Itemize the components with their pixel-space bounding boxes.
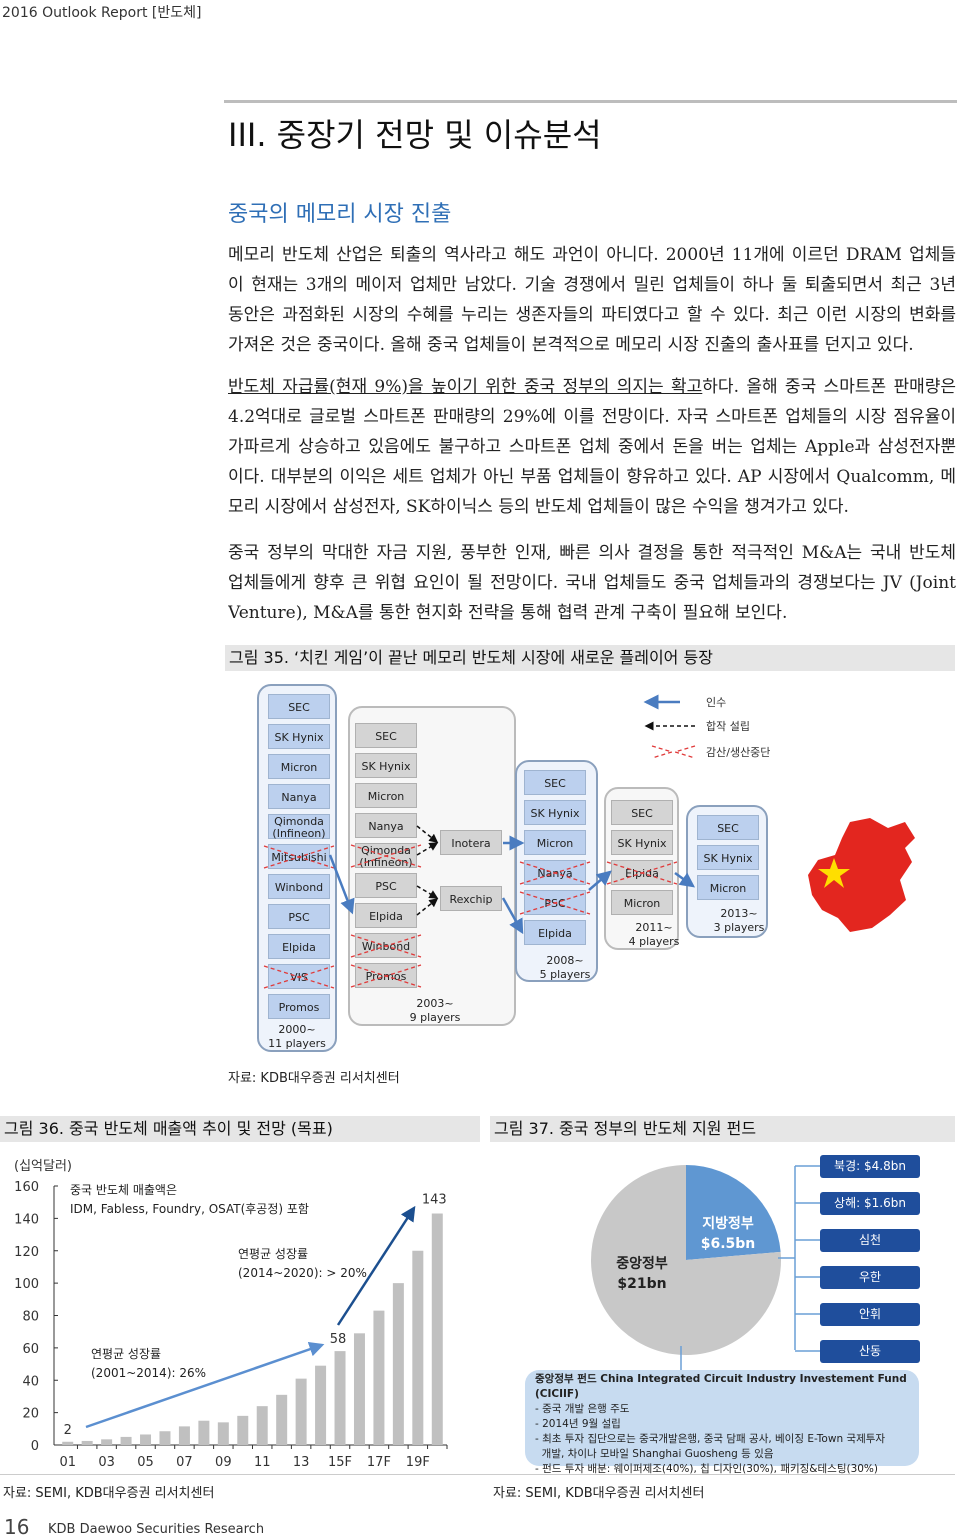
cut-legend-icon <box>651 745 696 759</box>
x-tick-label: 13 <box>293 1455 310 1470</box>
jv-arrow <box>416 898 439 916</box>
figure37-pie-chart: 지방정부 $6.5bn 중앙정부 $21bn <box>591 1165 820 1370</box>
info-bullet: - 2014년 9월 설립 <box>535 1418 621 1430</box>
bar <box>198 1420 210 1445</box>
y-tick-label: 160 <box>14 1180 39 1195</box>
figure36-source: 자료: SEMI, KDB대우증권 리서치센터 <box>3 1486 215 1501</box>
slice-value: $21bn <box>617 1276 666 1292</box>
bar <box>315 1365 327 1445</box>
y-unit-label: (십억달러) <box>14 1159 72 1174</box>
cross-mark <box>519 891 591 915</box>
bar <box>120 1436 132 1445</box>
y-tick-label: 40 <box>22 1374 39 1389</box>
y-tick-label: 80 <box>22 1310 39 1325</box>
bar <box>101 1439 113 1445</box>
y-tick-label: 120 <box>14 1245 39 1260</box>
info-title: 중앙정부 펀드 China Integrated Circuit Industr… <box>535 1373 907 1400</box>
figure36-bar-chart: (십억달러) 0 20 40 60 80 100 120 140 160 01 03 05 07 09 11 1… <box>14 1159 448 1470</box>
figure35-overlay: 인수합작 설립감산/생산중단 <box>263 694 915 989</box>
jv-arrow <box>416 885 439 899</box>
local-fund-box: 산동 <box>820 1340 920 1363</box>
local-fund-box: 북경: $4.8bn <box>820 1155 920 1178</box>
jv-arrow <box>416 825 439 843</box>
china-map-icon <box>808 818 915 932</box>
bar <box>353 1333 365 1445</box>
figure37-caption: 그림 37. 중국 정부의 반도체 지원 펀드 <box>490 1116 955 1142</box>
bar <box>237 1415 249 1445</box>
figure37-source: 자료: SEMI, KDB대우증권 리서치센터 <box>493 1486 705 1501</box>
cagr-label: (2001~2014): 26% <box>91 1366 206 1380</box>
data-label: 2 <box>64 1423 72 1438</box>
bar <box>217 1422 229 1445</box>
central-fund-info: 중앙정부 펀드 China Integrated Circuit Industr… <box>525 1370 919 1475</box>
cross-mark <box>519 861 591 885</box>
bar <box>431 1213 443 1445</box>
cagr-label: 연평균 성장률 <box>91 1347 161 1361</box>
bar <box>62 1441 74 1445</box>
cross-mark <box>263 965 335 989</box>
figure35-source: 자료: KDB대우증권 리서치센터 <box>228 1071 400 1086</box>
slice-value: $6.5bn <box>701 1236 756 1252</box>
x-tick-label: 01 <box>59 1455 76 1470</box>
local-fund-box: 안휘 <box>820 1303 920 1326</box>
cross-mark <box>350 964 422 988</box>
x-tick-label: 11 <box>254 1455 271 1470</box>
acquisition-arrow <box>328 854 355 915</box>
data-label: 58 <box>330 1332 347 1347</box>
bar <box>276 1394 288 1445</box>
slice-label: 중앙정부 <box>616 1255 668 1272</box>
cagr-label: 연평균 성장률 <box>238 1247 308 1261</box>
local-fund-box: 우한 <box>820 1266 920 1289</box>
x-tick-label: 03 <box>98 1455 115 1470</box>
bar <box>178 1426 190 1445</box>
y-tick-label: 60 <box>22 1342 39 1357</box>
note-text: 중국 반도체 매출액은 <box>70 1183 177 1197</box>
bar <box>412 1250 424 1445</box>
info-bullet: - 중국 개발 은행 주도 <box>535 1403 630 1415</box>
legend-acquisition: 인수 <box>706 696 726 709</box>
bar <box>256 1406 268 1445</box>
slice-label: 지방정부 <box>702 1215 754 1232</box>
x-tick-label: 09 <box>215 1455 232 1470</box>
figure36-caption: 그림 36. 중국 반도체 매출액 추이 및 전망 (목표) <box>0 1116 480 1142</box>
divider <box>0 1474 955 1475</box>
local-fund-box: 심천 <box>820 1229 920 1252</box>
acquisition-arrow <box>501 897 524 935</box>
x-tick-label: 15F <box>328 1455 352 1470</box>
cross-mark <box>350 844 422 868</box>
cross-mark <box>350 934 422 958</box>
info-bullet: 개발, 차이나 모바일 Shanghai Guosheng 등 있음 <box>535 1448 774 1460</box>
x-tick-label: 17F <box>367 1455 391 1470</box>
bar <box>140 1434 152 1445</box>
cross-mark <box>263 845 335 869</box>
acquisition-arrow <box>674 871 696 888</box>
bar <box>81 1440 93 1445</box>
y-tick-label: 100 <box>14 1277 39 1292</box>
data-label: 143 <box>422 1193 447 1208</box>
bar <box>334 1351 346 1445</box>
y-tick-label: 140 <box>14 1212 39 1227</box>
bar <box>373 1310 385 1445</box>
bar <box>295 1378 307 1445</box>
legend-cut: 감산/생산중단 <box>706 746 770 759</box>
acquisition-arrow <box>588 870 612 891</box>
footer-text: KDB Daewoo Securities Research <box>48 1522 265 1537</box>
local-fund-box: 상해: $1.6bn <box>820 1192 920 1215</box>
page-number: 16 <box>4 1515 30 1539</box>
note-text: IDM, Fabless, Foundry, OSAT(후공정) 포함 <box>70 1202 309 1216</box>
info-bullet: - 최초 투자 집단으로는 중국개발은행, 중국 담패 공사, 베이징 E-To… <box>535 1433 886 1445</box>
legend-joint-venture: 합작 설립 <box>706 720 750 733</box>
x-tick-label: 05 <box>137 1455 154 1470</box>
x-tick-label: 19F <box>406 1455 430 1470</box>
bar <box>159 1431 171 1445</box>
bar <box>392 1283 404 1445</box>
cagr-label: (2014~2020): > 20% <box>238 1266 367 1280</box>
x-tick-label: 07 <box>176 1455 193 1470</box>
y-tick-label: 0 <box>31 1439 39 1454</box>
y-tick-label: 20 <box>22 1407 39 1422</box>
cross-mark <box>606 861 678 885</box>
